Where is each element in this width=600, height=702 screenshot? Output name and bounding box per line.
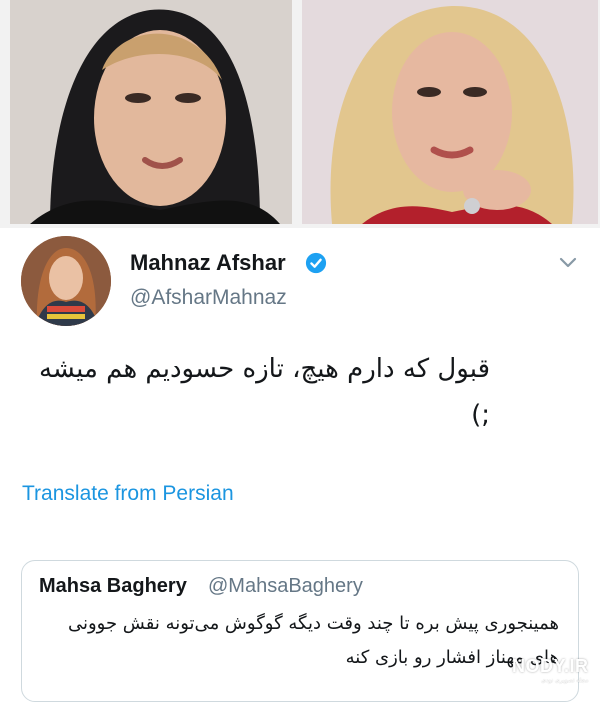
quoted-display-name: Mahsa Baghery [39, 575, 187, 597]
profile-avatar[interactable] [21, 236, 111, 326]
quoted-tweet-text: همینجوری پیش بره تا چند وقت دیگه گوگوش م… [67, 613, 559, 668]
translate-link[interactable]: Translate from Persian [22, 482, 234, 506]
portrait-photo-left [10, 0, 292, 224]
tweet-card: Mahnaz Afshar @AfsharMahnaz قبول که دارم… [0, 228, 600, 702]
watermark-text: NODY.IR [512, 656, 589, 676]
quoted-user-handle: @MahsaBaghery [208, 575, 363, 597]
watermark-subtext: مجله تصویری نودی [541, 678, 589, 684]
tweet-text: قبول که دارم هیچ، تازه حسودیم هم میشه ;) [38, 354, 490, 430]
chevron-down-icon[interactable] [556, 250, 580, 274]
portrait-photo-right [302, 0, 598, 224]
user-handle[interactable]: @AfsharMahnaz [130, 286, 287, 310]
verified-badge-icon [305, 252, 327, 274]
quoted-tweet[interactable]: Mahsa Baghery @MahsaBaghery همینجوری پیش… [21, 560, 579, 702]
watermark: NODY.IR مجله تصویری نودی [512, 656, 589, 684]
photo-strip [0, 0, 600, 228]
display-name[interactable]: Mahnaz Afshar [130, 250, 286, 276]
